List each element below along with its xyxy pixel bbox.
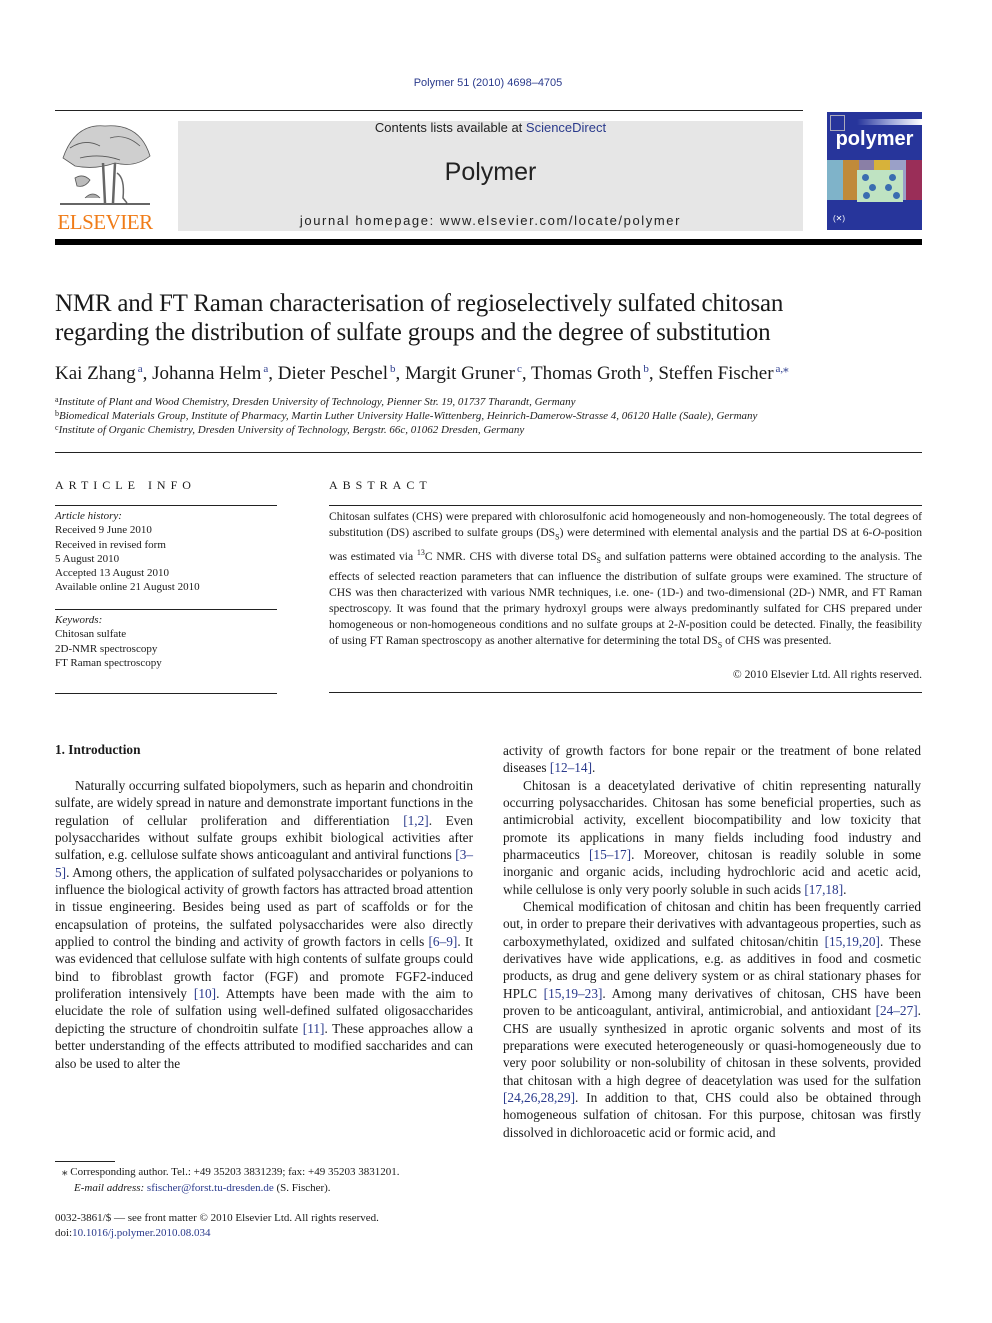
copyright-notice: © 2010 Elsevier Ltd. All rights reserved… (732, 668, 922, 681)
doi-line: doi:10.1016/j.polymer.2010.08.034 (55, 1227, 211, 1239)
keyword: FT Raman spectroscopy (55, 656, 162, 669)
affiliation: aInstitute of Plant and Wood Chemistry, … (55, 395, 576, 408)
citation-link[interactable]: [15,19,20] (825, 934, 880, 949)
email-note: E-mail address: sfischer@forst.tu-dresde… (74, 1182, 331, 1194)
cover-inset-figure (857, 170, 903, 202)
history-item: Accepted 13 August 2010 (55, 567, 169, 580)
email-link[interactable]: sfischer@forst.tu-dresden.de (147, 1182, 274, 1194)
history-item: 5 August 2010 (55, 552, 120, 565)
journal-masthead: Contents lists available at ScienceDirec… (178, 121, 803, 231)
cover-publisher-mark-icon: (✕) (833, 214, 846, 223)
citation-link[interactable]: [24–27] (876, 1003, 918, 1018)
header-top-rule (55, 110, 803, 111)
body-right-column: activity of growth factors for bone repa… (503, 742, 921, 1141)
history-item: Received 9 June 2010 (55, 524, 152, 537)
citation-link[interactable]: [11] (303, 1021, 325, 1036)
affiliation: bBiomedical Materials Group, Institute o… (55, 409, 758, 422)
history-item: Available online 21 August 2010 (55, 581, 200, 594)
affiliation-rule (55, 452, 922, 453)
divider (329, 692, 922, 693)
citation-link[interactable]: [10] (194, 986, 216, 1001)
author[interactable]: Dieter Peschel b, (278, 363, 405, 384)
paragraph: Naturally occurring sulfated biopolymers… (55, 778, 473, 1071)
article-history: Article history: Received 9 June 2010 Re… (55, 509, 277, 595)
history-item: Received in revised form (55, 538, 166, 551)
cover-title: polymer (835, 128, 914, 150)
citation-link[interactable]: [15,19–23] (544, 986, 603, 1001)
section-heading-introduction: 1. Introduction (55, 742, 141, 757)
divider (55, 505, 277, 506)
paragraph: activity of growth factors for bone repa… (503, 743, 921, 776)
footnote-rule (55, 1161, 115, 1162)
author[interactable]: Thomas Groth b, (531, 363, 658, 384)
citation-link[interactable]: [17,18] (804, 882, 843, 897)
abstract-heading: ABSTRACT (329, 478, 432, 492)
citation-link[interactable]: [1,2] (403, 813, 428, 828)
keyword: 2D-NMR spectroscopy (55, 642, 158, 655)
elsevier-tree-icon (60, 125, 151, 205)
author-list: Kai Zhang a, Johanna Helm a, Dieter Pesche… (55, 362, 935, 385)
paragraph: Chemical modification of chitosan and ch… (503, 899, 921, 1140)
article-info-heading: ARTICLE INFO (55, 478, 196, 492)
header-thick-rule (55, 239, 922, 245)
affiliation: cInstitute of Organic Chemistry, Dresden… (55, 423, 525, 436)
sciencedirect-link[interactable]: ScienceDirect (526, 120, 606, 135)
elsevier-wordmark: ELSEVIER (57, 210, 153, 234)
corresponding-author-note: ⁎ Corresponding author. Tel.: +49 35203 … (62, 1166, 400, 1178)
citation-link[interactable]: [24,26,28,29] (503, 1090, 575, 1105)
author[interactable]: Steffen Fischer a,⁎ (658, 363, 788, 384)
divider (55, 609, 277, 610)
citation-link[interactable]: [3–5] (55, 847, 473, 879)
divider (55, 693, 277, 694)
citation-link[interactable]: [15–17] (589, 847, 631, 862)
divider (329, 505, 922, 506)
front-matter-notice: 0032-3861/$ — see front matter © 2010 El… (55, 1212, 379, 1224)
citation-link[interactable]: [6–9] (429, 934, 458, 949)
keyword: Chitosan sulfate (55, 628, 127, 641)
author[interactable]: Margit Gruner c, (405, 363, 531, 384)
paragraph: Chitosan is a deacetylated derivative of… (503, 777, 921, 897)
contents-availability: Contents lists available at ScienceDirec… (374, 120, 607, 135)
body-left-column: Naturally occurring sulfated biopolymers… (55, 777, 473, 1072)
author[interactable]: Kai Zhang a, (55, 363, 152, 384)
author[interactable]: Johanna Helm a, (152, 363, 278, 384)
journal-reference-link[interactable]: Polymer 51 (2010) 4698–4705 (0, 77, 976, 89)
journal-cover-image[interactable]: polymer (✕) (827, 112, 922, 230)
keywords: Keywords: Chitosan sulfate 2D-NMR spectr… (55, 613, 277, 670)
abstract-text: Chitosan sulfates (CHS) were prepared wi… (329, 510, 923, 650)
doi-link[interactable]: 10.1016/j.polymer.2010.08.034 (72, 1227, 210, 1239)
cover-stripe (857, 119, 922, 125)
article-title: NMR and FT Raman characterisation of reg… (55, 290, 784, 346)
journal-title: Polymer (444, 158, 537, 186)
citation-link[interactable]: [12–14] (550, 760, 592, 775)
journal-homepage-link[interactable]: journal homepage: www.elsevier.com/locat… (178, 213, 803, 228)
elsevier-logo[interactable]: ELSEVIER (53, 118, 157, 234)
